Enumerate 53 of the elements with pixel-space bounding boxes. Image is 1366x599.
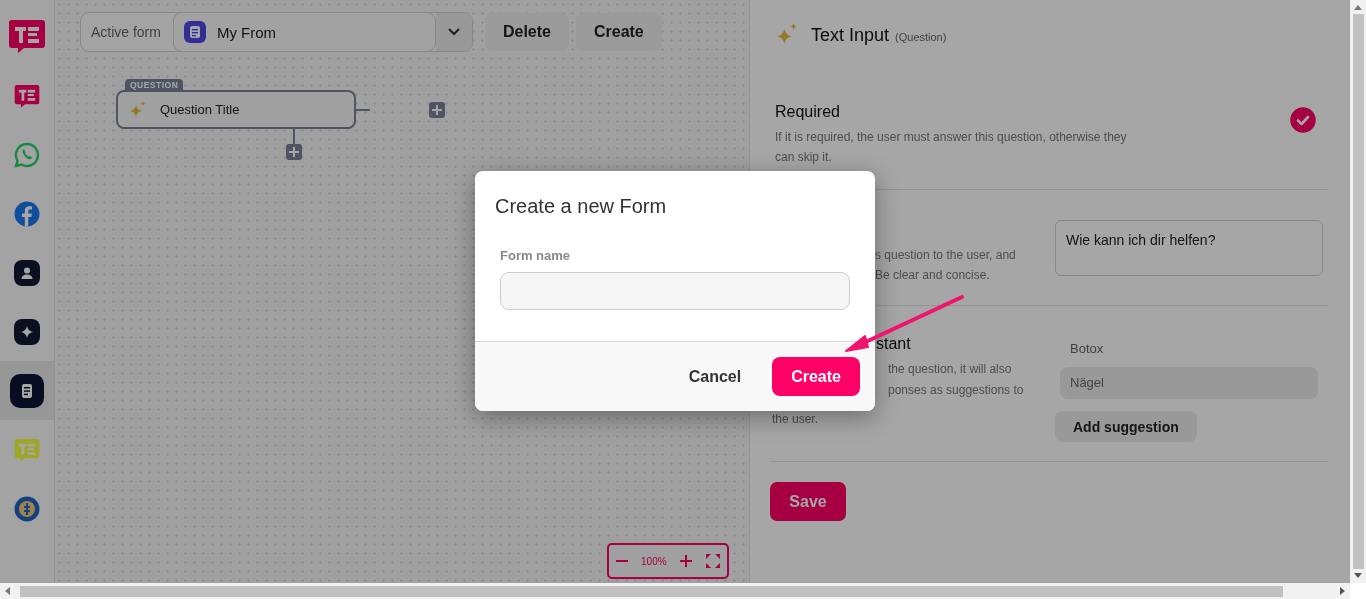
section-description: the question, it will also (887, 361, 1013, 378)
horizontal-scrollbar[interactable] (0, 583, 1350, 599)
connector-line (355, 109, 370, 111)
section-title: stant (876, 334, 912, 354)
field-label: Form name (500, 248, 572, 263)
section-description: ponses as suggestions to (887, 382, 1025, 399)
create-button[interactable]: Create (772, 357, 860, 396)
coin-icon (13, 495, 40, 522)
panel-subtitle: (Question) (895, 29, 947, 43)
connector-line (292, 129, 295, 145)
form-icon (183, 21, 206, 43)
scroll-left-icon[interactable] (5, 587, 10, 595)
suggestion-label: Botox (1070, 341, 1104, 356)
chat-logo-icon (13, 436, 40, 463)
person-icon (13, 259, 40, 286)
sidebar-item[interactable] (0, 361, 54, 420)
add-node-icon[interactable] (428, 102, 445, 118)
checkbox[interactable] (1290, 107, 1316, 133)
document-icon (9, 373, 44, 408)
question-text-field[interactable]: Wie kann ich dir helfen? (1055, 220, 1323, 276)
fit-view-icon[interactable] (704, 553, 721, 569)
scroll-right-icon[interactable] (1340, 587, 1345, 595)
section-description: If it is required, the user must answer this question, otherwise they can skip it. (775, 129, 1128, 166)
active-form-label: Active form (89, 24, 162, 40)
chat-logo-icon (13, 82, 40, 109)
suggestion-field[interactable]: Nägel (1060, 367, 1318, 399)
add-suggestion-button[interactable]: Add suggestion (1055, 411, 1197, 442)
logo-icon[interactable] (7, 18, 46, 54)
cancel-button[interactable]: Cancel (669, 357, 761, 396)
section-description: Be clear and concise. (875, 267, 991, 284)
toolbar-button[interactable]: Delete (484, 13, 569, 51)
node-title: Question Title (159, 102, 240, 117)
node-tag: QUESTION (124, 79, 184, 91)
dialog-title: Create a new Form (495, 195, 668, 218)
active-form-select[interactable]: Active form My From (79, 12, 473, 52)
phone-chat-icon (13, 141, 40, 168)
toolbar-button[interactable]: Create (575, 13, 662, 51)
social-logo-icon (13, 200, 40, 227)
section-description: s question to the user, and (875, 247, 1017, 264)
vertical-scrollbar[interactable] (1350, 0, 1366, 583)
panel-title: Text Input (811, 24, 890, 46)
form-name-field[interactable] (500, 272, 850, 310)
chevron-down-icon (447, 28, 460, 36)
section-title: Required (775, 103, 841, 121)
question-node[interactable]: Question Title (115, 90, 356, 129)
scroll-up-icon[interactable] (1354, 5, 1362, 10)
sparkle-icon (13, 318, 40, 345)
scroll-down-icon[interactable] (1354, 573, 1362, 578)
zoom-in-icon[interactable] (678, 554, 693, 568)
zoom-level: 100% (641, 555, 667, 567)
active-form-value: My From (216, 23, 277, 41)
section-description: the user. (772, 411, 820, 428)
add-node-icon[interactable] (285, 144, 302, 160)
